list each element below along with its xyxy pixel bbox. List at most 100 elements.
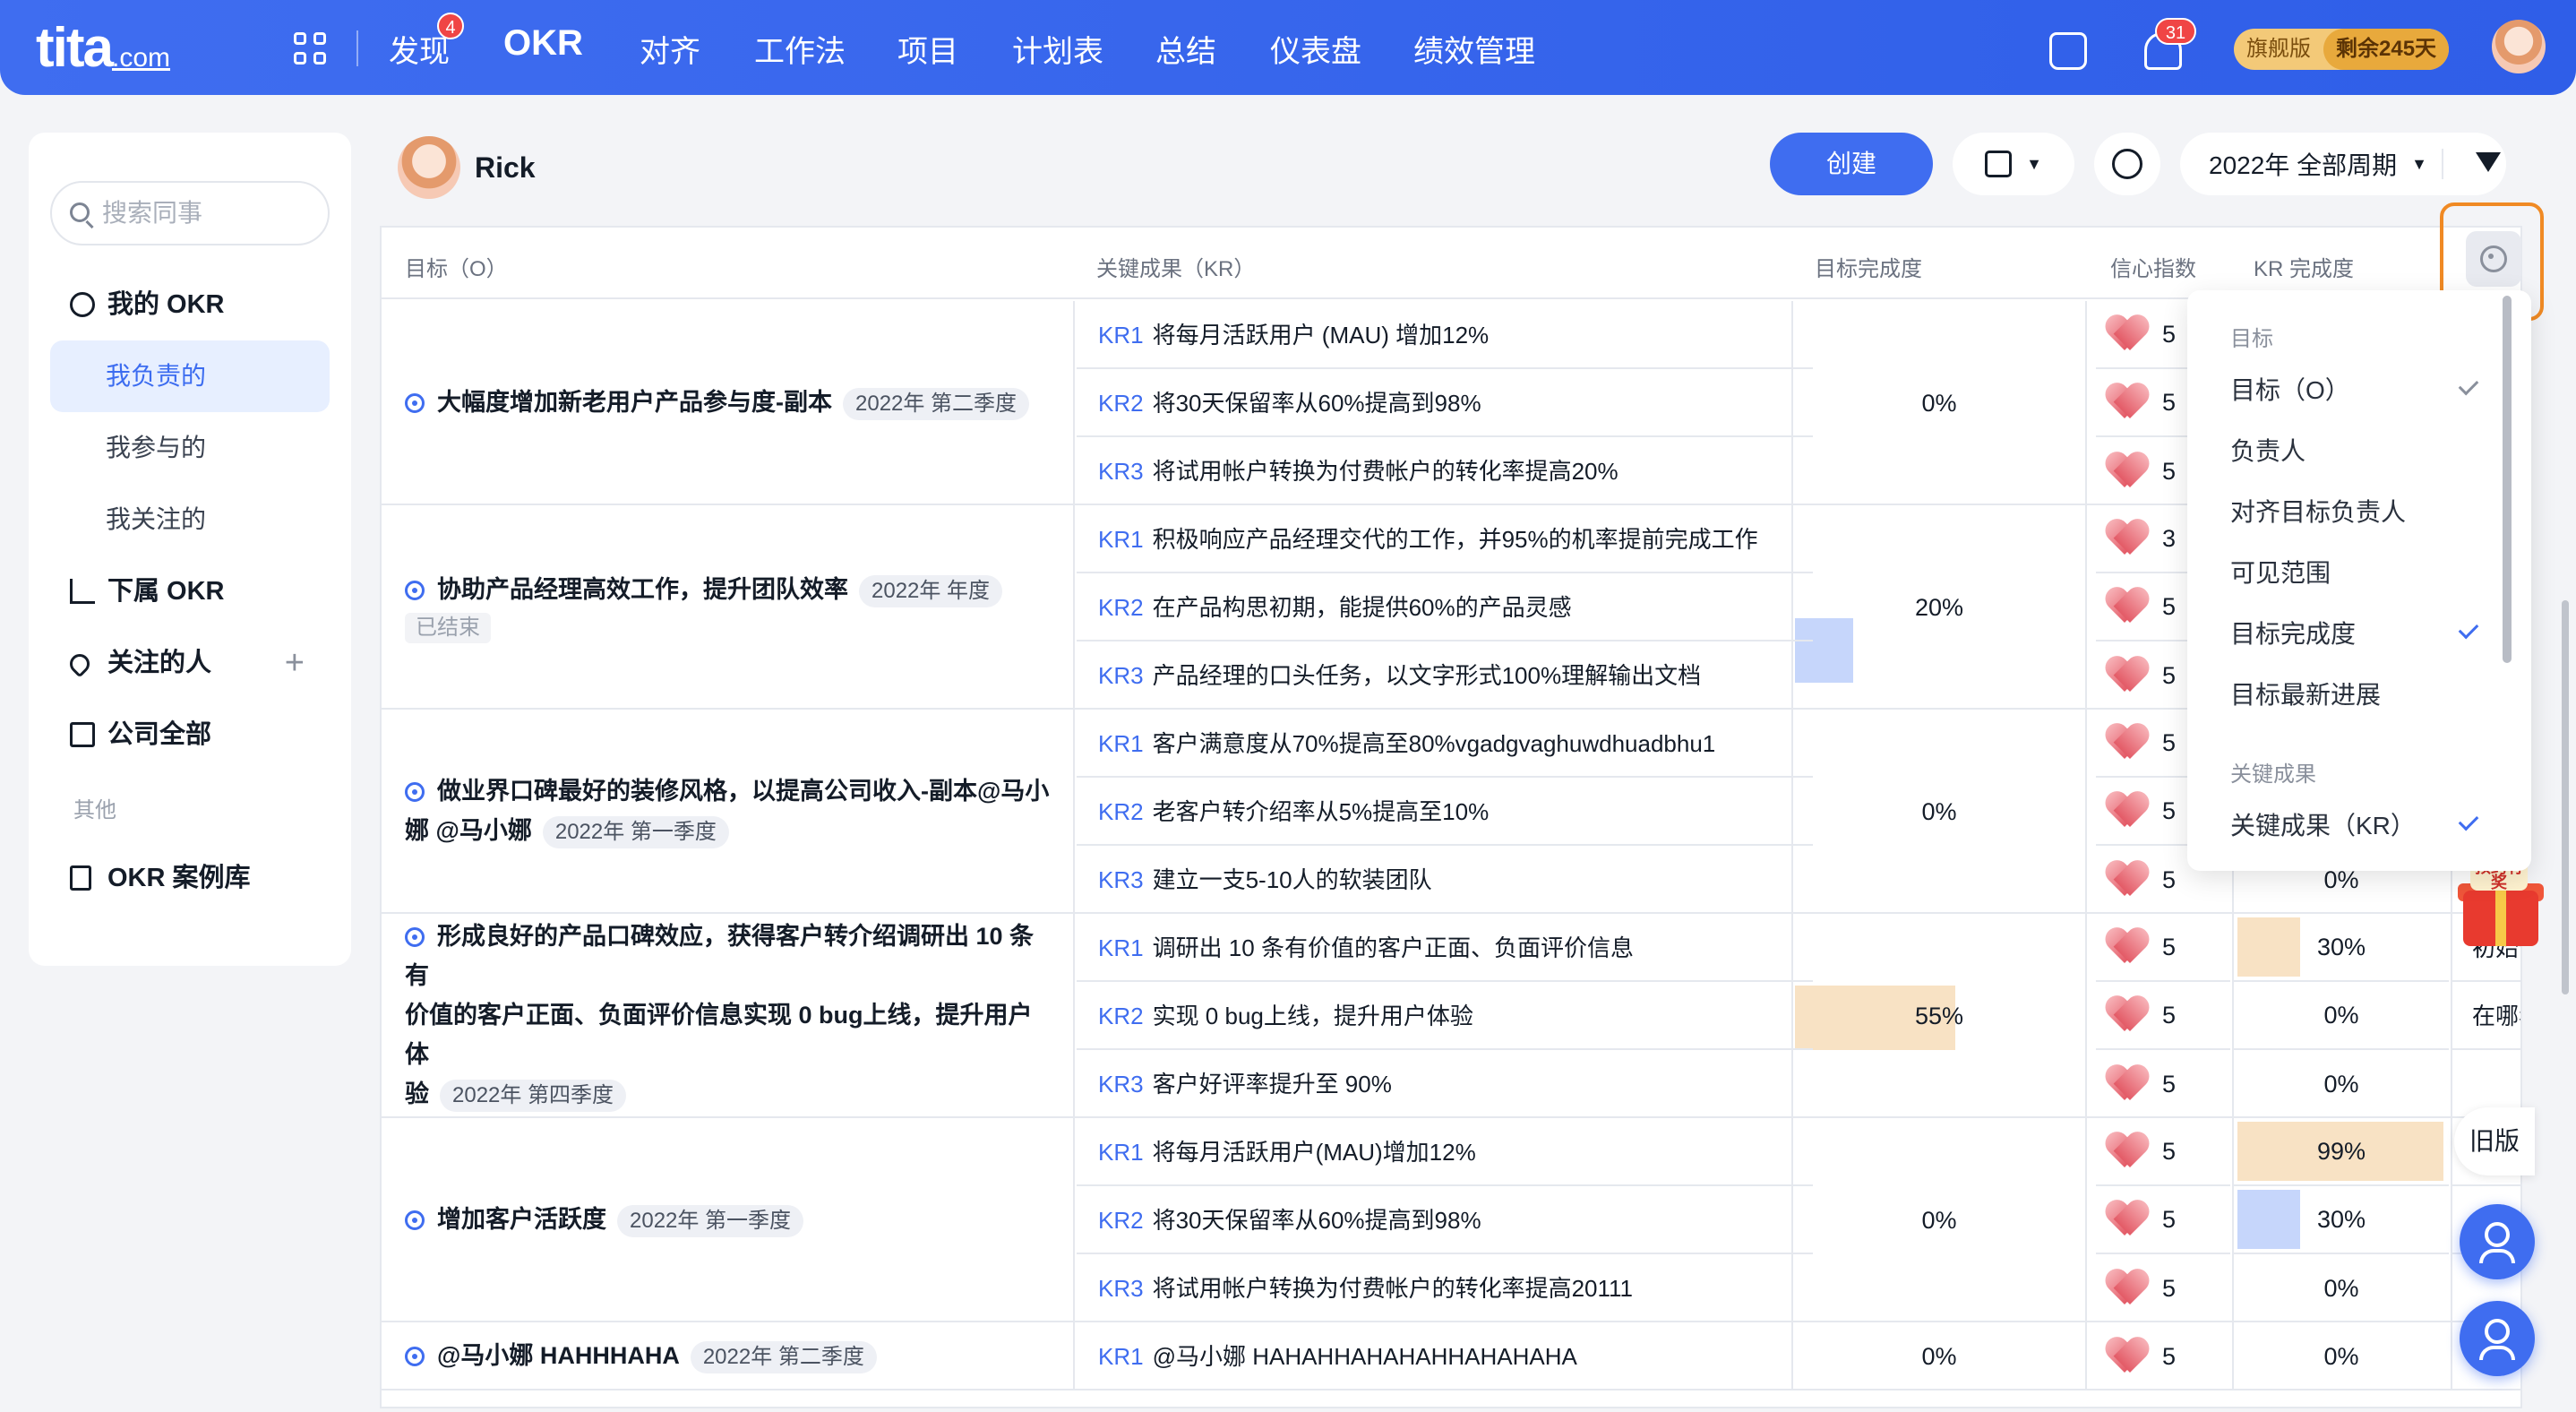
- col-completion[interactable]: 目标完成度: [1815, 251, 1922, 282]
- latest-progress-cell[interactable]: 在哪看: [2451, 982, 2520, 1050]
- kr-completion-cell[interactable]: 0%: [2232, 1322, 2449, 1390]
- user-avatar[interactable]: [2492, 20, 2546, 73]
- nav-method[interactable]: 工作法: [754, 27, 846, 71]
- nav-align[interactable]: 对齐: [640, 27, 700, 71]
- column-option[interactable]: 关键成果（KR）: [2230, 806, 2416, 842]
- app-grid-icon[interactable]: [294, 32, 328, 66]
- confidence-cell[interactable]: 5: [2096, 1186, 2230, 1254]
- objective-completion-cell[interactable]: 55%: [1791, 914, 2087, 1118]
- key-result-row[interactable]: KR2 实现 0 bug上线，提升用户体验: [1077, 982, 1813, 1050]
- invite-user-button[interactable]: [2460, 1204, 2535, 1279]
- sidebar-sub-okr[interactable]: 下属 OKR: [50, 555, 330, 627]
- objective-cell[interactable]: 形成良好的产品口碑效应，获得客户转介绍调研出 10 条有 价值的客户正面、负面评价…: [382, 914, 1075, 1116]
- kr-completion-cell[interactable]: 0%: [2232, 1254, 2449, 1322]
- objective-cell[interactable]: 大幅度增加新老用户产品参与度-副本 2022年 第二季度: [382, 301, 1075, 504]
- nav-performance[interactable]: 绩效管理: [1413, 27, 1535, 71]
- column-option[interactable]: 负责人: [2230, 432, 2306, 468]
- menu-scrollbar[interactable]: [2503, 296, 2512, 663]
- sidebar-item-followed[interactable]: 我关注的: [50, 484, 330, 555]
- nav-okr[interactable]: OKR: [503, 23, 583, 64]
- key-result-row[interactable]: KR1 @马小娜 HAHAHHAHAHAHHAHAHAHA: [1077, 1322, 1813, 1390]
- key-result-row[interactable]: KR2 在产品构思初期，能提供60%的产品灵感: [1077, 573, 1813, 641]
- kr-completion-cell[interactable]: 0%: [2232, 982, 2449, 1050]
- objective-completion-cell[interactable]: 0%: [1791, 1322, 2087, 1390]
- key-result-row[interactable]: KR1 客户满意度从70%提高至80%vgadgvaghuwdhuadbhu1: [1077, 710, 1813, 778]
- key-result-row[interactable]: KR1 将每月活跃用户 (MAU) 增加12%: [1077, 301, 1813, 369]
- nav-summary[interactable]: 总结: [1155, 27, 1216, 71]
- column-option[interactable]: 目标（O）: [2230, 371, 2350, 407]
- objective-group: 形成良好的产品口碑效应，获得客户转介绍调研出 10 条有 价值的客户正面、负面评价…: [382, 914, 2520, 1118]
- kr-completion-cell[interactable]: 30%: [2232, 1186, 2449, 1254]
- confidence-cell[interactable]: 5: [2096, 1118, 2230, 1186]
- confidence-cell[interactable]: 5: [2096, 1050, 2230, 1118]
- col-confidence[interactable]: 信心指数: [2110, 251, 2196, 282]
- create-button[interactable]: 创建: [1770, 133, 1933, 195]
- sidebar-case-library[interactable]: OKR 案例库: [50, 842, 330, 914]
- confidence-cell[interactable]: 5: [2096, 1254, 2230, 1322]
- discover-badge: 4: [437, 13, 464, 39]
- view-switch-dropdown[interactable]: ▼: [1953, 133, 2074, 195]
- key-result-row[interactable]: KR2 老客户转介绍率从5%提高至10%: [1077, 778, 1813, 846]
- comment-button[interactable]: [2094, 133, 2160, 195]
- objective-title: 大幅度增加新老用户产品参与度-副本 2022年 第二季度: [405, 383, 1050, 422]
- key-result-row[interactable]: KR1 将每月活跃用户(MAU)增加12%: [1077, 1118, 1813, 1186]
- objective-cell[interactable]: 做业界口碑最好的装修风格，以提高公司收入-副本@马小娜 @马小娜 2022年 第一…: [382, 710, 1075, 912]
- nav-project[interactable]: 项目: [897, 27, 958, 71]
- nav-plan[interactable]: 计划表: [1012, 27, 1103, 71]
- objective-title: 做业界口碑最好的装修风格，以提高公司收入-副本@马小: [405, 771, 1050, 811]
- column-option[interactable]: 对齐目标负责人: [2230, 493, 2406, 529]
- objective-cell[interactable]: 协助产品经理高效工作，提升团队效率 2022年 年度 已结束: [382, 505, 1075, 708]
- kr-text: 产品经理的口头任务，以文字形式100%理解输出文档: [1152, 662, 1702, 689]
- heart-icon: [2107, 521, 2148, 556]
- kr-completion-cell[interactable]: 99%: [2232, 1118, 2449, 1186]
- kr-text: 建立一支5-10人的软装团队: [1152, 866, 1432, 893]
- kr-text: 将每月活跃用户(MAU)增加12%: [1152, 1139, 1476, 1166]
- sidebar-followed-people[interactable]: 关注的人 +: [50, 627, 330, 699]
- column-option[interactable]: 可见范围: [2230, 554, 2331, 590]
- column-settings-menu: 目标 目标（O） 负责人 对齐目标负责人 可见范围 目标完成度 目标最新进展 关键成果 关…: [2187, 290, 2531, 871]
- promo-gift-badge[interactable]: 预约有奖: [2456, 859, 2544, 953]
- period-selector[interactable]: 2022年 全部周期 ▼: [2180, 133, 2506, 195]
- sidebar-company-all[interactable]: 公司全部: [50, 699, 330, 771]
- confidence-cell[interactable]: 5: [2096, 1322, 2230, 1390]
- old-version-button[interactable]: 旧版: [2454, 1107, 2535, 1175]
- kr-code: KR3: [1098, 1275, 1144, 1302]
- nav-dashboard[interactable]: 仪表盘: [1270, 27, 1361, 71]
- column-option[interactable]: 目标最新进展: [2230, 676, 2381, 711]
- kr-completion-cell[interactable]: 30%: [2232, 914, 2449, 982]
- key-result-row[interactable]: KR1 积极响应产品经理交代的工作，并95%的机率提前完成工作: [1077, 505, 1813, 573]
- objective-completion-cell[interactable]: 0%: [1791, 1118, 2087, 1322]
- confidence-cell[interactable]: 5: [2096, 982, 2230, 1050]
- key-result-row[interactable]: KR2 将30天保留率从60%提高到98%: [1077, 369, 1813, 437]
- key-result-row[interactable]: KR3 将试用帐户转换为付费帐户的转化率提高20%: [1077, 437, 1813, 505]
- customer-service-button[interactable]: [2460, 1301, 2535, 1376]
- key-result-row[interactable]: KR3 产品经理的口头任务，以文字形式100%理解输出文档: [1077, 641, 1813, 710]
- sidebar-item-participated[interactable]: 我参与的: [50, 412, 330, 484]
- kr-code: KR1: [1098, 1343, 1144, 1370]
- page-scrollbar[interactable]: [2562, 600, 2569, 994]
- filter-icon[interactable]: [2476, 152, 2501, 172]
- column-option[interactable]: 目标完成度: [2230, 615, 2356, 650]
- kr-text: 将试用帐户转换为付费帐户的转化率提高20111: [1152, 1275, 1634, 1302]
- add-followed-icon[interactable]: +: [285, 627, 305, 699]
- key-result-row[interactable]: KR3 将试用帐户转换为付费帐户的转化率提高20111: [1077, 1254, 1813, 1322]
- sidebar-item-responsible[interactable]: 我负责的: [50, 340, 330, 412]
- key-result-row[interactable]: KR3 建立一支5-10人的软装团队: [1077, 846, 1813, 914]
- key-result-row[interactable]: KR1 调研出 10 条有价值的客户正面、负面评价信息: [1077, 914, 1813, 982]
- key-result-row[interactable]: KR2 将30天保留率从60%提高到98%: [1077, 1186, 1813, 1254]
- tita-logo[interactable]: tita.com: [36, 16, 170, 80]
- kr-code: KR1: [1098, 934, 1144, 961]
- key-result-row[interactable]: KR3 客户好评率提升至 90%: [1077, 1050, 1813, 1118]
- sidebar-my-okr[interactable]: 我的 OKR: [50, 269, 330, 340]
- edition-badge[interactable]: 旗舰版 剩余245天: [2234, 29, 2450, 70]
- confidence-cell[interactable]: 5: [2096, 914, 2230, 982]
- home-icon[interactable]: [2049, 32, 2087, 70]
- objective-completion-cell[interactable]: 20%: [1791, 505, 2087, 710]
- objective-cell[interactable]: 增加客户活跃度 2022年 第一季度: [382, 1118, 1075, 1321]
- objective-cell[interactable]: @马小娜 HAHHHAHA 2022年 第二季度: [382, 1322, 1075, 1389]
- search-colleague-input[interactable]: 搜索同事: [50, 181, 330, 245]
- objective-completion-cell[interactable]: 0%: [1791, 301, 2087, 505]
- col-kr-completion[interactable]: KR 完成度: [2254, 251, 2354, 282]
- kr-completion-cell[interactable]: 0%: [2232, 1050, 2449, 1118]
- objective-completion-cell[interactable]: 0%: [1791, 710, 2087, 914]
